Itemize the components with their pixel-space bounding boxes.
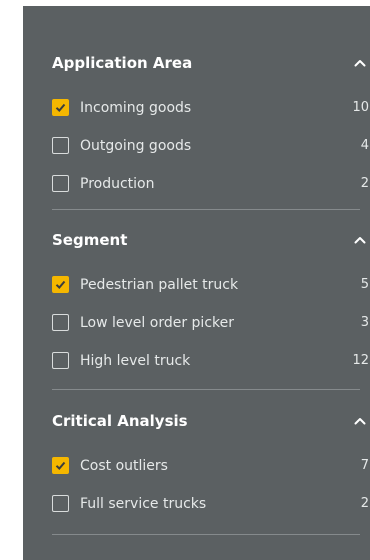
filter-section-application-area: Application Area Incoming goods 10 Outgo… (52, 52, 369, 192)
option-count: 2 (360, 496, 369, 511)
filter-option-production[interactable]: Production 2 (52, 173, 369, 195)
section-title: Segment (52, 231, 128, 249)
chevron-up-icon[interactable] (352, 55, 368, 71)
section-header-segment[interactable]: Segment (52, 229, 366, 251)
checkbox-checked[interactable] (52, 457, 69, 474)
checkmark-icon (55, 280, 66, 289)
option-label: Outgoing goods (80, 138, 192, 154)
option-count: 3 (360, 315, 369, 330)
section-header-critical-analysis[interactable]: Critical Analysis (52, 410, 366, 432)
filter-option-incoming-goods[interactable]: Incoming goods 10 (52, 97, 369, 119)
filter-option-outgoing-goods[interactable]: Outgoing goods 4 (52, 135, 369, 157)
section-title: Critical Analysis (52, 412, 188, 430)
checkmark-icon (55, 461, 66, 470)
option-label: Production (80, 176, 155, 192)
filter-panel: Application Area Incoming goods 10 Outgo… (23, 6, 370, 560)
option-count: 12 (352, 353, 369, 368)
section-divider (52, 534, 360, 535)
option-count: 2 (360, 176, 369, 191)
chevron-up-icon[interactable] (352, 232, 368, 248)
section-header-application-area[interactable]: Application Area (52, 52, 366, 74)
option-label: Full service trucks (80, 496, 207, 512)
checkbox-checked[interactable] (52, 276, 69, 293)
option-label: Low level order picker (80, 315, 234, 331)
filter-section-segment: Segment Pedestrian pallet truck 5 Low le… (52, 229, 369, 369)
checkbox-unchecked[interactable] (52, 314, 69, 331)
section-divider (52, 389, 360, 390)
filter-option-cost-outliers[interactable]: Cost outliers 7 (52, 455, 369, 477)
option-count: 10 (352, 100, 369, 115)
option-label: Pedestrian pallet truck (80, 277, 239, 293)
option-count: 7 (360, 458, 369, 473)
option-label: High level truck (80, 353, 191, 369)
filter-option-high-level-truck[interactable]: High level truck 12 (52, 350, 369, 372)
checkbox-checked[interactable] (52, 99, 69, 116)
section-title: Application Area (52, 54, 193, 72)
checkbox-unchecked[interactable] (52, 495, 69, 512)
checkbox-unchecked[interactable] (52, 137, 69, 154)
checkbox-unchecked[interactable] (52, 352, 69, 369)
checkbox-unchecked[interactable] (52, 175, 69, 192)
filter-option-full-service-trucks[interactable]: Full service trucks 2 (52, 493, 369, 515)
filter-section-critical-analysis: Critical Analysis Cost outliers 7 Full s… (52, 410, 369, 512)
option-label: Cost outliers (80, 458, 168, 474)
chevron-up-icon[interactable] (352, 413, 368, 429)
filter-option-pedestrian-pallet-truck[interactable]: Pedestrian pallet truck 5 (52, 274, 369, 296)
filter-option-low-level-order-picker[interactable]: Low level order picker 3 (52, 312, 369, 334)
checkmark-icon (55, 103, 66, 112)
option-count: 5 (360, 277, 369, 292)
option-label: Incoming goods (80, 100, 192, 116)
option-count: 4 (360, 138, 369, 153)
section-divider (52, 209, 360, 210)
